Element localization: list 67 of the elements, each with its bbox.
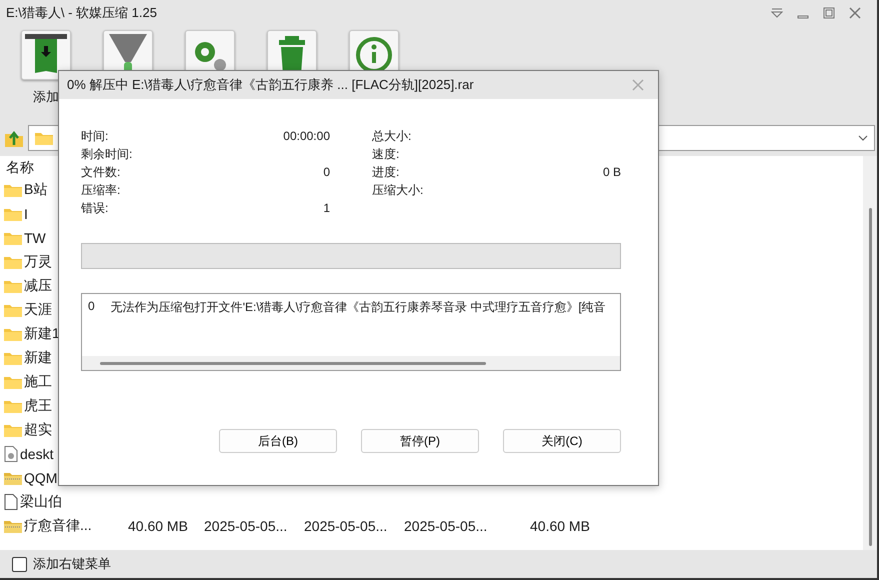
- checkbox[interactable]: [12, 556, 27, 572]
- file-name[interactable]: deskt: [20, 446, 54, 462]
- file-name[interactable]: 万灵: [24, 253, 52, 271]
- chevron-down-icon[interactable]: [858, 135, 868, 141]
- maximize-icon[interactable]: [823, 7, 835, 19]
- toolbar-label: 添加: [33, 88, 59, 106]
- table-cell-text: 2025-05-05...: [404, 518, 488, 534]
- file-icon: [4, 494, 18, 510]
- table-cell-text: 40.60 MB: [529, 518, 591, 534]
- stat-label: 压缩率:: [81, 182, 120, 198]
- stat-label: 时间:: [81, 128, 108, 144]
- dialog-button[interactable]: 关闭(C): [503, 429, 621, 453]
- stat-value: 0: [323, 165, 330, 179]
- folder-icon: [4, 351, 22, 365]
- folder-icon: [4, 183, 22, 197]
- window-title: E:\猎毒人\ - 软媒压缩 1.25: [6, 4, 157, 22]
- folder-icon: [4, 327, 22, 341]
- dialog-button[interactable]: 后台(B): [219, 429, 337, 453]
- stat-label: 总大小:: [372, 128, 412, 144]
- file-name[interactable]: 施工: [24, 373, 52, 391]
- stat-label: 压缩大小:: [372, 182, 424, 198]
- stat-label: 错误:: [81, 200, 108, 216]
- folder-icon: [4, 231, 22, 245]
- file-name[interactable]: QQM: [24, 470, 58, 486]
- log-message: 无法作为压缩包打开文件'E:\猎毒人\疗愈音律《古韵五行康养琴音录 中式理疗五音疗愈》[纯音: [110, 299, 606, 316]
- checkbox-label: 添加右键菜单: [33, 555, 111, 573]
- folder-icon: [4, 375, 22, 389]
- folder-icon: [4, 423, 22, 437]
- settings-file-icon: [4, 446, 18, 462]
- file-name[interactable]: B站: [24, 181, 48, 199]
- dialog-title: 0% 解压中 E:\猎毒人\疗愈音律《古韵五行康养 ... [FLAC分轨][2025].rar: [67, 76, 474, 94]
- dialog-button[interactable]: 暂停(P): [361, 429, 479, 453]
- stat-label: 剩余时间:: [81, 146, 132, 162]
- file-name[interactable]: I: [24, 206, 28, 222]
- log-index: 0: [88, 299, 95, 315]
- file-name[interactable]: 新建1: [24, 325, 60, 343]
- file-name[interactable]: 虎王: [24, 397, 52, 415]
- zip-folder-icon: [4, 471, 22, 485]
- file-name[interactable]: TW: [24, 230, 46, 246]
- stat-label: 进度:: [372, 164, 400, 180]
- folder-icon: [4, 399, 22, 413]
- close-icon[interactable]: [849, 7, 861, 19]
- stat-value: 1: [323, 201, 330, 215]
- zip-folder-icon: [4, 519, 22, 533]
- folder-icon: [4, 279, 22, 293]
- stat-label: 速度:: [372, 146, 400, 162]
- table-cell-text: 40.60 MB: [128, 518, 189, 534]
- stat-label: 文件数:: [81, 164, 120, 180]
- folder-icon: [4, 255, 22, 269]
- file-name[interactable]: 梁山伯: [20, 493, 62, 511]
- file-name[interactable]: 新建: [24, 349, 52, 367]
- stat-value: 00:00:00: [283, 129, 330, 143]
- table-cell-text: 2025-05-05...: [304, 518, 388, 534]
- scrollbar-thumb[interactable]: [868, 208, 872, 546]
- folder-icon: [4, 303, 22, 317]
- file-name[interactable]: 天涯: [24, 301, 52, 319]
- dropdown-icon[interactable]: [771, 8, 783, 18]
- stat-value: 0 B: [602, 165, 621, 179]
- file-name[interactable]: 疗愈音律...: [24, 517, 92, 535]
- close-icon[interactable]: [632, 79, 644, 91]
- scrollbar-thumb[interactable]: [100, 362, 486, 364]
- file-name[interactable]: 减压: [24, 277, 52, 295]
- file-name[interactable]: 超实: [24, 421, 52, 439]
- folder-icon: [35, 131, 53, 145]
- table-cell-text: 2025-05-05...: [204, 518, 288, 534]
- toolbar-button[interactable]: [21, 30, 71, 80]
- folder-icon: [4, 207, 22, 221]
